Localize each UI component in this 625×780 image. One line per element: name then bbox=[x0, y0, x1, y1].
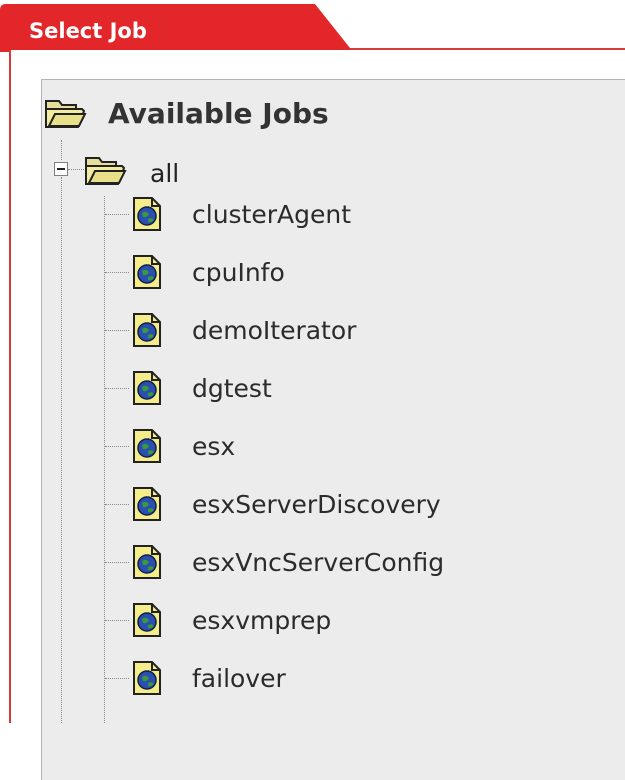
tree-connector bbox=[68, 169, 84, 170]
job-label: esxServerDiscovery bbox=[192, 490, 441, 519]
open-folder-icon bbox=[85, 157, 127, 185]
open-folder-icon bbox=[45, 100, 87, 128]
tree-connector bbox=[61, 140, 62, 160]
tree-connector bbox=[105, 214, 129, 215]
tree-root-label: Available Jobs bbox=[108, 97, 329, 130]
tree-connector bbox=[105, 620, 129, 621]
job-label: failover bbox=[192, 664, 286, 693]
job-label: cpuInfo bbox=[192, 258, 285, 287]
job-item[interactable]: esxvmprep bbox=[0, 600, 625, 650]
job-item[interactable]: cpuInfo bbox=[0, 252, 625, 302]
job-document-icon bbox=[133, 545, 161, 579]
tree-connector bbox=[105, 678, 129, 679]
tab-header: Select Job bbox=[0, 0, 625, 52]
job-document-icon bbox=[133, 603, 161, 637]
job-document-icon bbox=[133, 661, 161, 695]
job-document-icon bbox=[133, 429, 161, 463]
tree-connector bbox=[105, 446, 129, 447]
tree-group-label: all bbox=[150, 159, 180, 188]
job-item[interactable]: esx bbox=[0, 426, 625, 476]
tree-connector bbox=[105, 388, 129, 389]
tree-connector bbox=[105, 562, 129, 563]
tab-select-job[interactable]: Select Job bbox=[29, 18, 147, 44]
job-label: dgtest bbox=[192, 374, 272, 403]
tree-connector bbox=[105, 504, 129, 505]
job-label: demoIterator bbox=[192, 316, 357, 345]
job-item[interactable]: demoIterator bbox=[0, 310, 625, 360]
job-item[interactable]: failover bbox=[0, 658, 625, 708]
job-document-icon bbox=[133, 371, 161, 405]
collapse-toggle[interactable] bbox=[54, 162, 68, 176]
job-item[interactable]: esxVncServerConfig bbox=[0, 542, 625, 592]
job-label: esxvmprep bbox=[192, 606, 332, 635]
job-item[interactable]: clusterAgent bbox=[0, 194, 625, 244]
job-label: esx bbox=[192, 432, 236, 461]
job-item[interactable]: esxServerDiscovery bbox=[0, 484, 625, 534]
job-document-icon bbox=[133, 255, 161, 289]
job-document-icon bbox=[133, 487, 161, 521]
job-label: clusterAgent bbox=[192, 200, 352, 229]
job-label: esxVncServerConfig bbox=[192, 548, 445, 577]
job-document-icon bbox=[133, 197, 161, 231]
job-item[interactable]: dgtest bbox=[0, 368, 625, 418]
tree-connector bbox=[105, 272, 129, 273]
tree-connector bbox=[105, 330, 129, 331]
job-document-icon bbox=[133, 313, 161, 347]
